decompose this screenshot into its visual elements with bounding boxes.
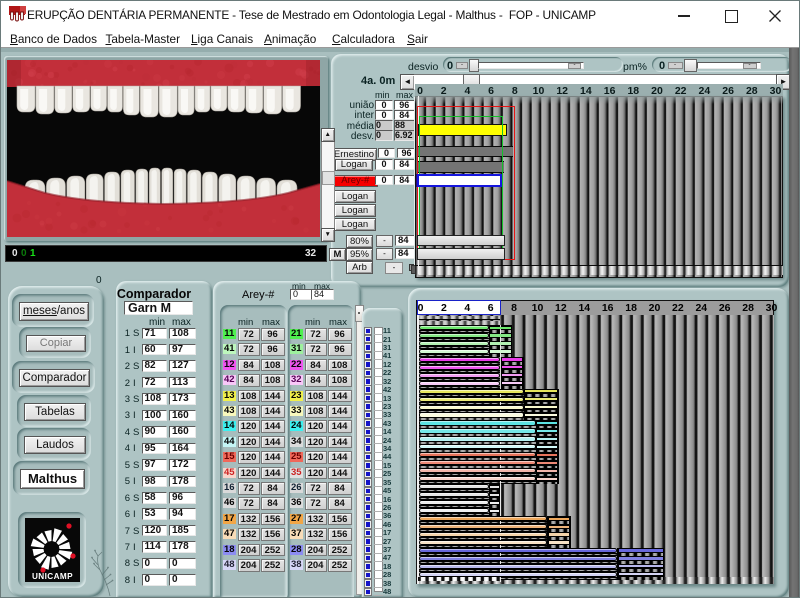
svg-text:UNICAMP: UNICAMP [32,572,73,581]
